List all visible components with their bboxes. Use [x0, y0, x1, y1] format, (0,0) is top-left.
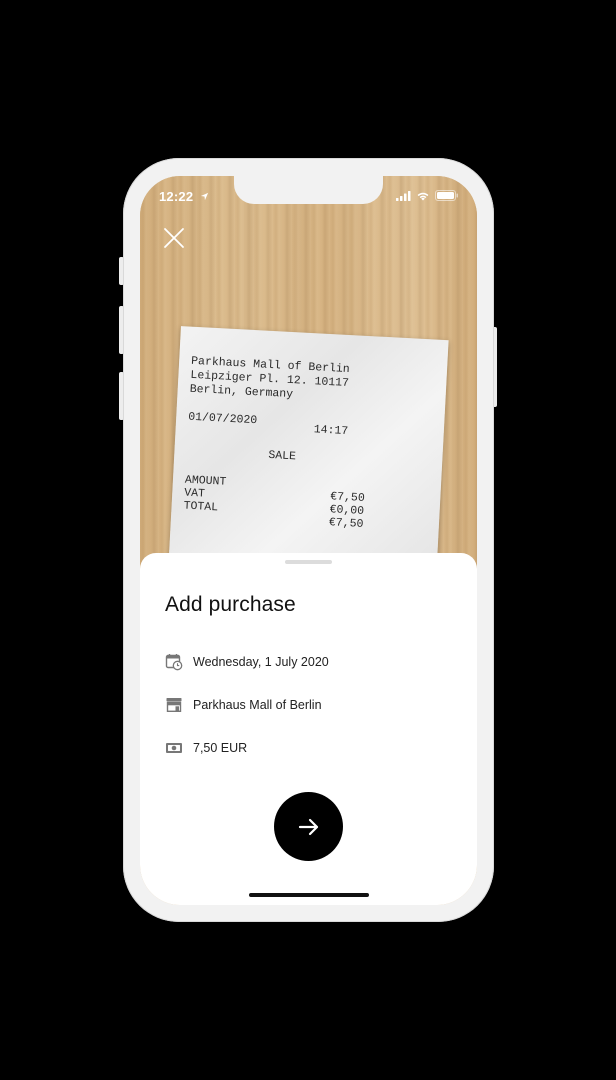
home-indicator[interactable] — [249, 893, 369, 897]
receipt-date: 01/07/2020 — [187, 410, 258, 428]
receipt-total-value: €7,50 — [328, 516, 364, 531]
receipt-sale: SALE — [268, 448, 297, 464]
receipt-time: 14:17 — [313, 423, 349, 439]
phone-screen: Parkhaus Mall of Berlin Leipziger Pl. 12… — [140, 176, 477, 905]
store-icon — [165, 696, 183, 714]
calendar-clock-icon — [165, 653, 183, 671]
date-row[interactable]: Wednesday, 1 July 2020 — [165, 653, 329, 671]
purchase-date: Wednesday, 1 July 2020 — [193, 655, 329, 669]
sheet-drag-handle[interactable] — [285, 560, 332, 564]
merchant-name: Parkhaus Mall of Berlin — [193, 698, 322, 712]
status-time-text: 12:22 — [159, 189, 194, 204]
wifi-icon — [417, 192, 429, 200]
next-button[interactable] — [274, 792, 343, 861]
close-icon — [164, 228, 184, 248]
sheet-title: Add purchase — [165, 593, 296, 616]
signal-icon — [396, 190, 411, 201]
cash-icon — [165, 739, 183, 757]
device-notch — [234, 176, 383, 204]
amount-row[interactable]: 7,50 EUR — [165, 739, 247, 757]
location-arrow-icon — [200, 192, 209, 201]
receipt-vat-label: VAT — [183, 486, 206, 501]
receipt-total-label: TOTAL — [183, 499, 219, 515]
close-button[interactable] — [162, 226, 186, 250]
battery-icon — [435, 190, 458, 201]
add-purchase-sheet: Add purchase Wednesday, 1 July 2020 Park… — [140, 553, 477, 905]
merchant-row[interactable]: Parkhaus Mall of Berlin — [165, 696, 322, 714]
purchase-amount: 7,50 EUR — [193, 741, 248, 755]
arrow-right-icon — [298, 818, 318, 835]
status-time: 12:22 — [159, 189, 209, 204]
status-icons — [396, 190, 459, 201]
